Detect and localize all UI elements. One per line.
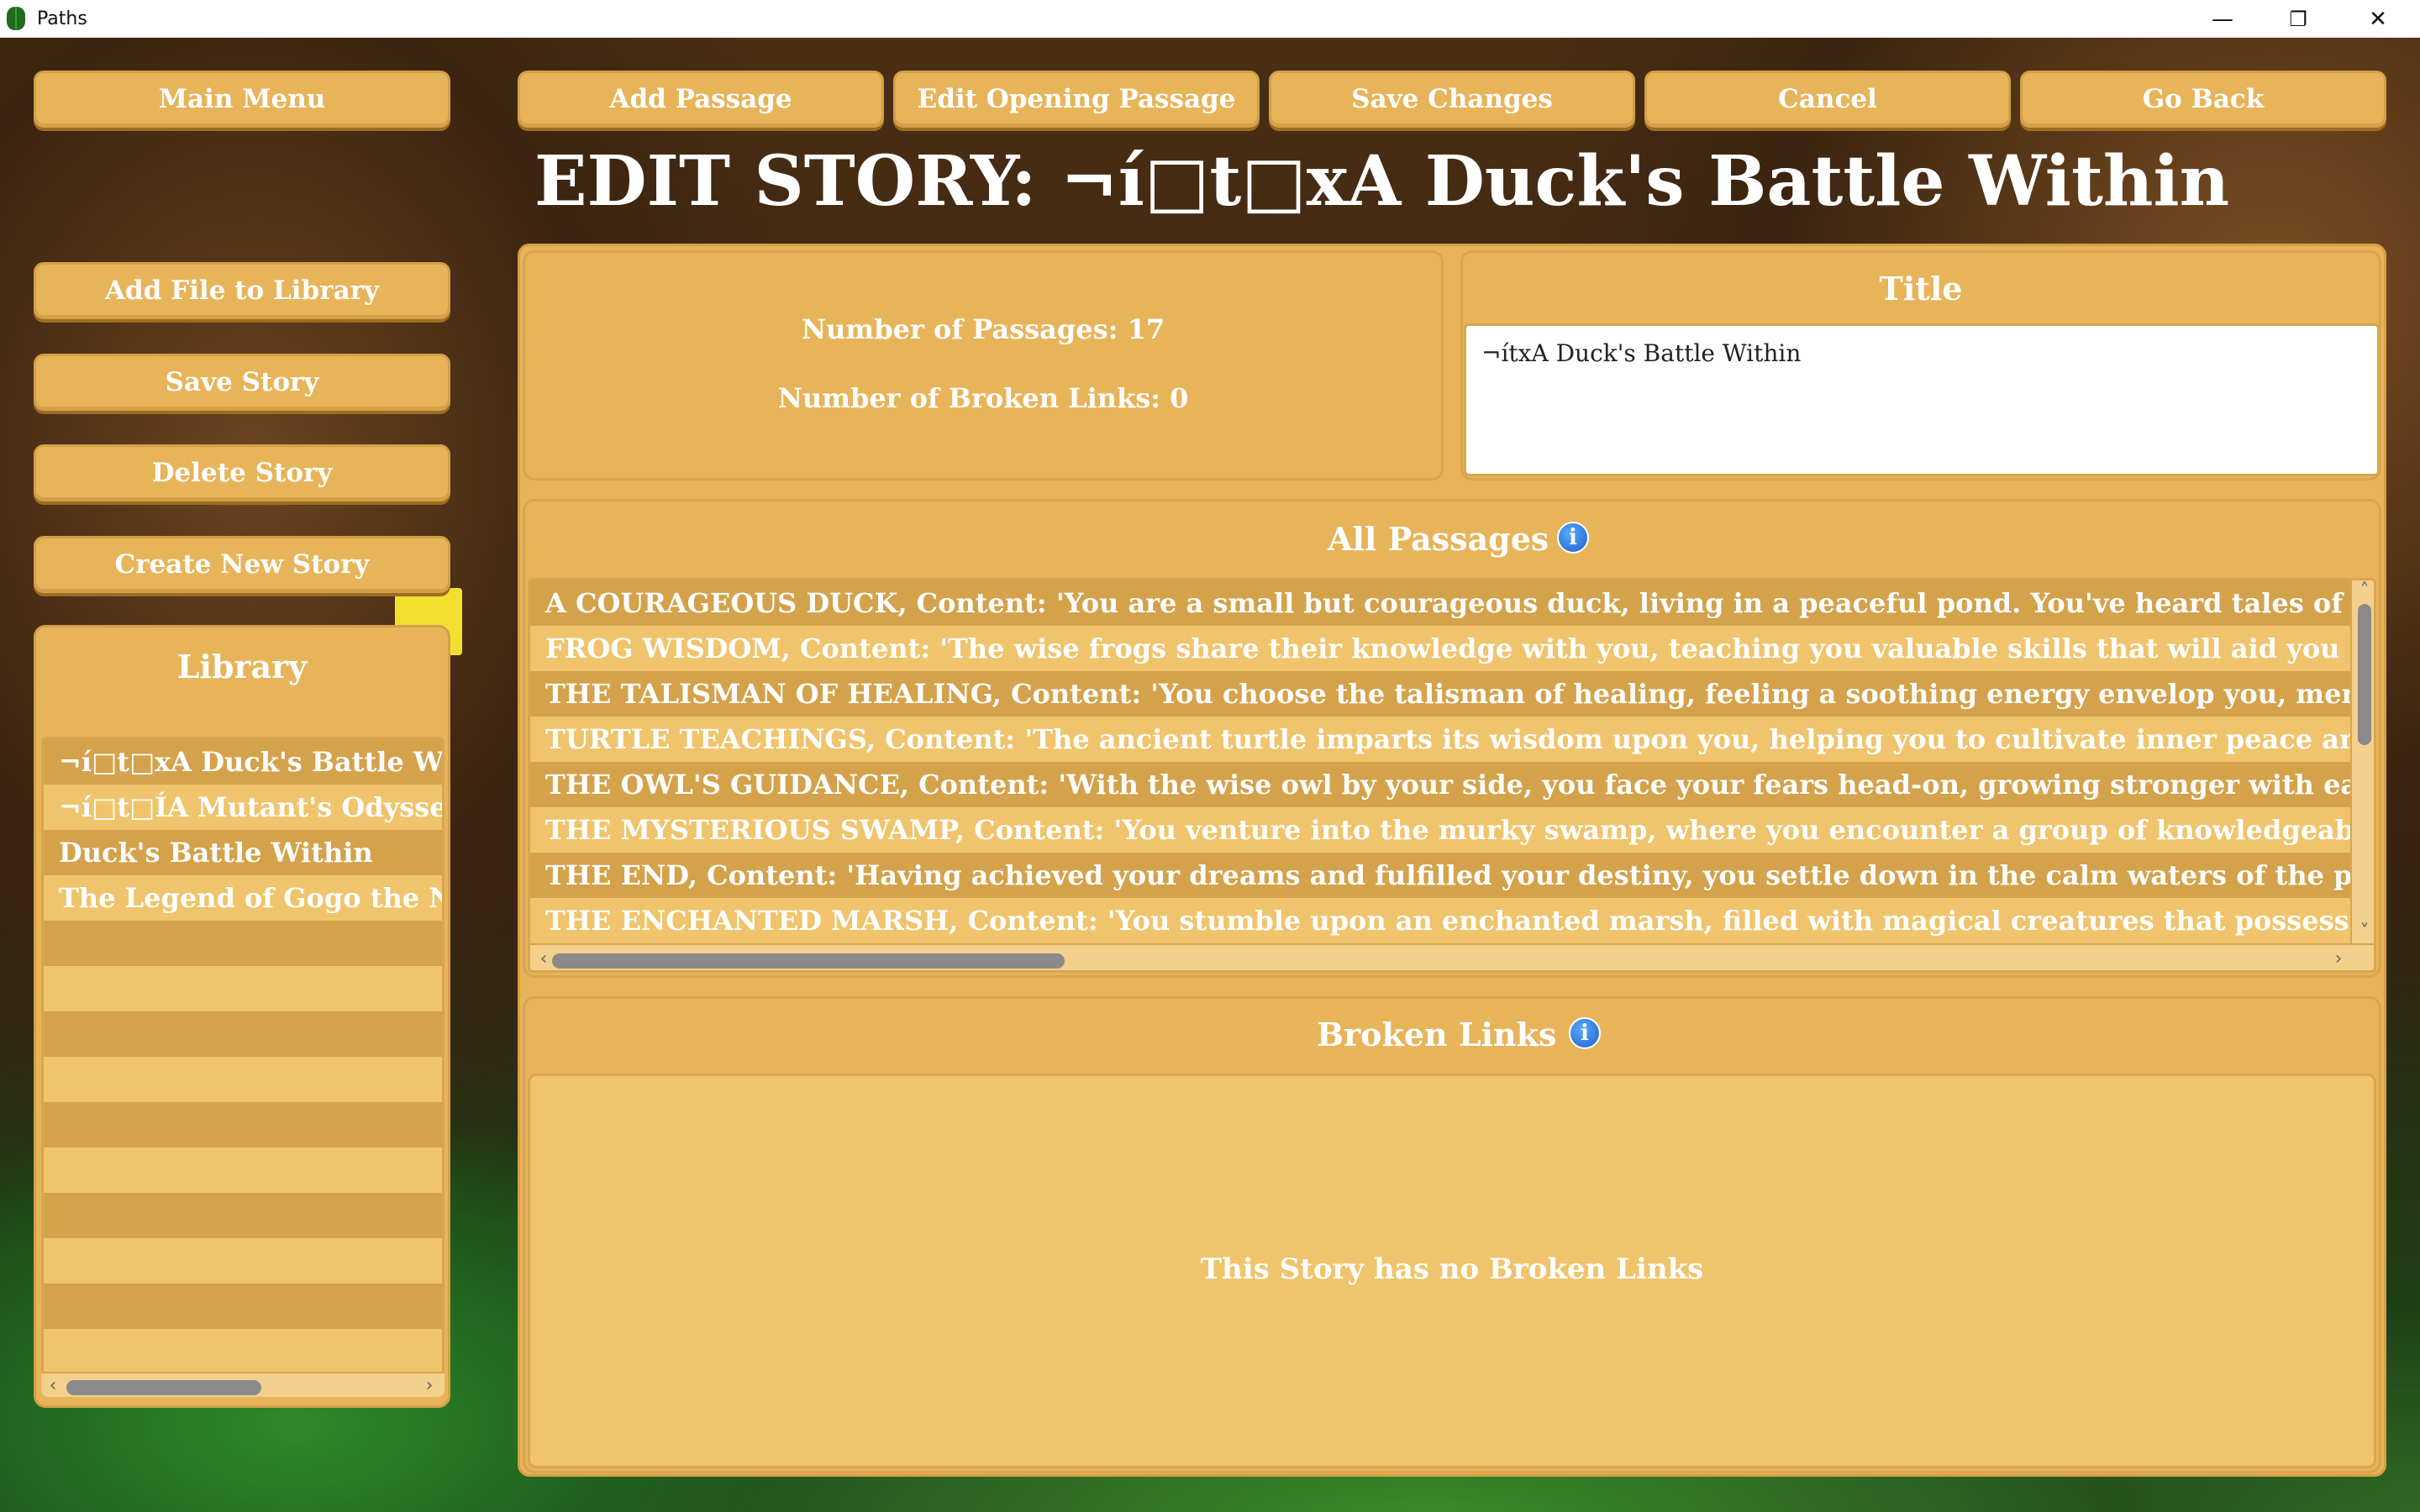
library-item[interactable]: ¬í□t□xA Duck's Battle Within [44,739,442,785]
passage-item[interactable]: THE END, Content: 'Having achieved your … [530,853,2350,898]
title-heading: Title [1879,270,1963,307]
edit-opening-passage-button[interactable]: Edit Opening Passage [893,71,1260,128]
story-stats-panel: Number of Passages: 17 Number of Broken … [523,250,1444,480]
library-item[interactable]: ¬í□t□ÍA Mutant's Odyssey [44,785,442,830]
app-leaf-icon [7,7,25,30]
library-empty-row [44,1193,442,1238]
library-empty-row [44,1329,442,1373]
create-new-story-button[interactable]: Create New Story [34,536,450,593]
library-heading: Library [176,648,308,685]
passages-vertical-scrollbar[interactable]: ˄ ˅ [2350,580,2374,943]
page-title: EDIT STORY: ¬í□t□xA Duck's Battle Within [534,141,2230,222]
title-field[interactable]: ¬ítxA Duck's Battle Within [1464,323,2380,476]
library-item[interactable]: Duck's Battle Within [44,830,442,875]
scroll-left-icon[interactable]: ‹ [534,948,554,969]
delete-story-button[interactable]: Delete Story [34,444,450,501]
library-empty-row [44,1284,442,1329]
window-title: Paths [37,8,87,29]
passage-item[interactable]: THE ENCHANTED MARSH, Content: 'You stumb… [530,898,2350,943]
library-empty-row [44,1147,442,1193]
passage-item[interactable]: FROG WISDOM, Content: 'The wise frogs sh… [530,626,2350,671]
close-icon[interactable]: ✕ [2340,0,2416,38]
broken-link-count: Number of Broken Links: 0 [777,382,1189,414]
broken-links-heading: Broken Links [1317,1016,1557,1053]
go-back-button[interactable]: Go Back [2020,71,2386,128]
passage-item[interactable]: TURTLE TEACHINGS, Content: 'The ancient … [530,717,2350,762]
library-empty-row [44,1011,442,1057]
maximize-icon[interactable]: ❐ [2260,0,2336,38]
main-menu-button[interactable]: Main Menu [34,71,450,128]
library-empty-row [44,1238,442,1284]
passage-item[interactable]: THE OWL'S GUIDANCE, Content: 'With the w… [530,762,2350,807]
info-icon[interactable]: i [1557,522,1589,554]
scrollbar-thumb[interactable] [2358,604,2371,745]
window-title-bar: Paths — ❐ ✕ [0,0,2420,38]
library-empty-row [44,921,442,966]
passages-list[interactable]: A COURAGEOUS DUCK, Content: 'You are a s… [528,578,2376,973]
cancel-button[interactable]: Cancel [1644,71,2011,128]
library-empty-row [44,1102,442,1147]
scroll-up-icon[interactable]: ˄ [2354,580,2374,601]
scroll-down-icon[interactable]: ˅ [2354,921,2374,942]
add-file-to-library-button[interactable]: Add File to Library [34,262,450,319]
library-empty-row [44,966,442,1011]
scrollbar-thumb[interactable] [66,1380,261,1395]
passage-item[interactable]: THE MYSTERIOUS SWAMP, Content: 'You vent… [530,807,2350,853]
passages-horizontal-scrollbar[interactable]: ‹ › [530,943,2374,970]
library-list[interactable]: ¬í□t□xA Duck's Battle Within ¬í□t□ÍA Mut… [41,737,445,1375]
passage-count: Number of Passages: 17 [801,313,1165,345]
passage-item[interactable]: A COURAGEOUS DUCK, Content: 'You are a s… [530,580,2350,626]
info-icon[interactable]: i [1569,1017,1601,1049]
broken-links-list[interactable]: This Story has no Broken Links [528,1074,2376,1468]
save-story-button[interactable]: Save Story [34,354,450,411]
passage-item[interactable]: THE TALISMAN OF HEALING, Content: 'You c… [530,671,2350,717]
scroll-left-icon[interactable]: ‹ [43,1375,63,1396]
library-panel: Library ¬í□t□xA Duck's Battle Within ¬í□… [34,625,450,1408]
library-empty-row [44,1057,442,1102]
scroll-right-icon[interactable]: › [2328,948,2349,969]
add-passage-button[interactable]: Add Passage [518,71,884,128]
scrollbar-thumb[interactable] [552,953,1065,969]
library-item[interactable]: The Legend of Gogo the Ninja [44,875,442,921]
save-changes-button[interactable]: Save Changes [1269,71,1635,128]
no-broken-links-message: This Story has no Broken Links [1200,1252,1704,1286]
scroll-right-icon[interactable]: › [419,1375,439,1396]
library-horizontal-scrollbar[interactable]: ‹ › [41,1372,445,1397]
minimize-icon[interactable]: — [2185,0,2260,38]
all-passages-heading: All Passages [1328,520,1549,558]
